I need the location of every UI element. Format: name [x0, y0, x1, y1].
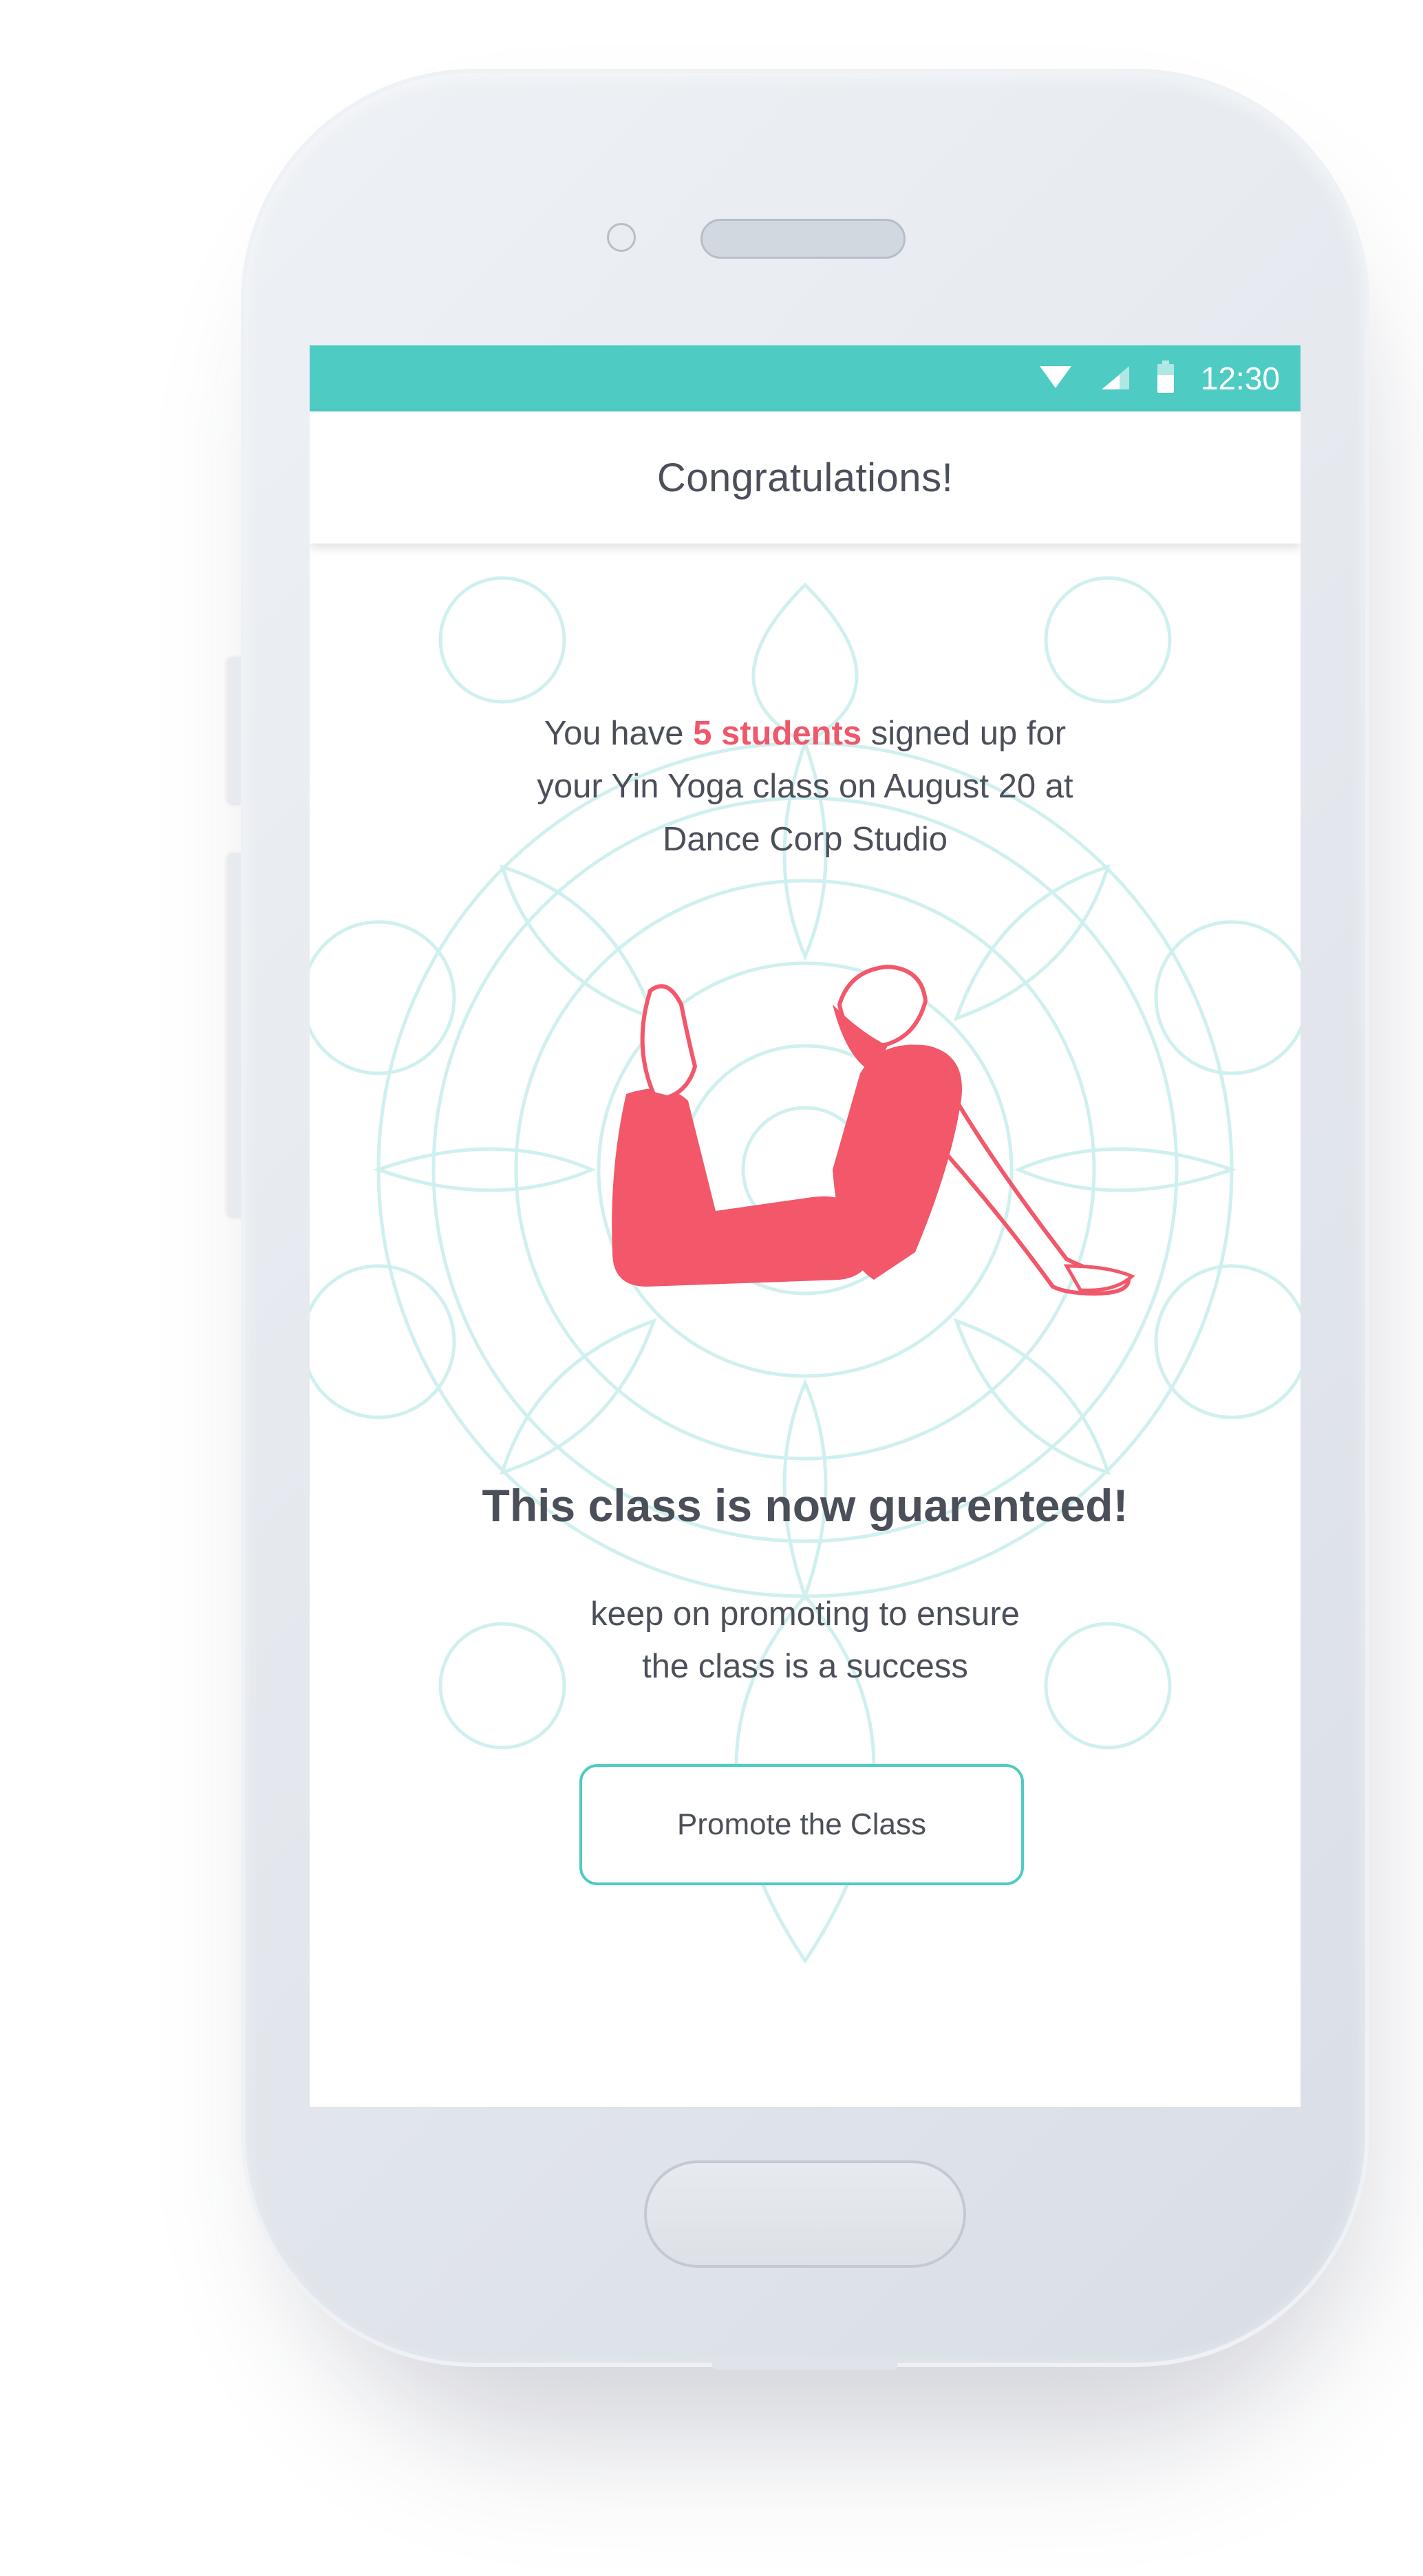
front-camera [607, 223, 636, 252]
status-bar: 12:30 [310, 345, 1301, 411]
yoga-pose-illustration [612, 964, 1135, 1296]
guaranteed-headline: This class is now guarenteed! [482, 1480, 1128, 1531]
battery-icon [1157, 360, 1175, 397]
phone-screen: 12:30 Congratulations! You have 5 studen… [310, 345, 1301, 2107]
cell-signal-icon [1099, 363, 1131, 394]
message-prefix: You have [544, 715, 694, 752]
wifi-icon [1038, 363, 1073, 394]
promotion-hint-line2: the class is a success [642, 1648, 968, 1685]
student-count: 5 students [693, 715, 862, 752]
promotion-hint: keep on promoting to ensure the class is… [495, 1588, 1115, 1693]
home-button[interactable] [644, 2160, 966, 2268]
signup-message: You have 5 students signed up for your Y… [427, 707, 1184, 866]
mockup-stage: 12:30 Congratulations! You have 5 studen… [0, 0, 1423, 2576]
content-area: You have 5 students signed up for your Y… [310, 544, 1301, 2107]
message-line3: Dance Corp Studio [662, 821, 948, 858]
earpiece-speaker [700, 219, 906, 259]
promote-class-label: Promote the Class [677, 1807, 926, 1841]
promote-class-button[interactable]: Promote the Class [579, 1764, 1024, 1885]
app-header: Congratulations! [310, 411, 1301, 544]
message-line2: your Yin Yoga class on August 20 at [537, 768, 1073, 805]
message-line1-suffix: signed up for [862, 715, 1067, 752]
status-time: 12:30 [1200, 361, 1280, 396]
promotion-hint-line1: keep on promoting to ensure [590, 1596, 1020, 1633]
phone-bottom-port [712, 2360, 898, 2370]
page-title: Congratulations! [656, 455, 954, 500]
